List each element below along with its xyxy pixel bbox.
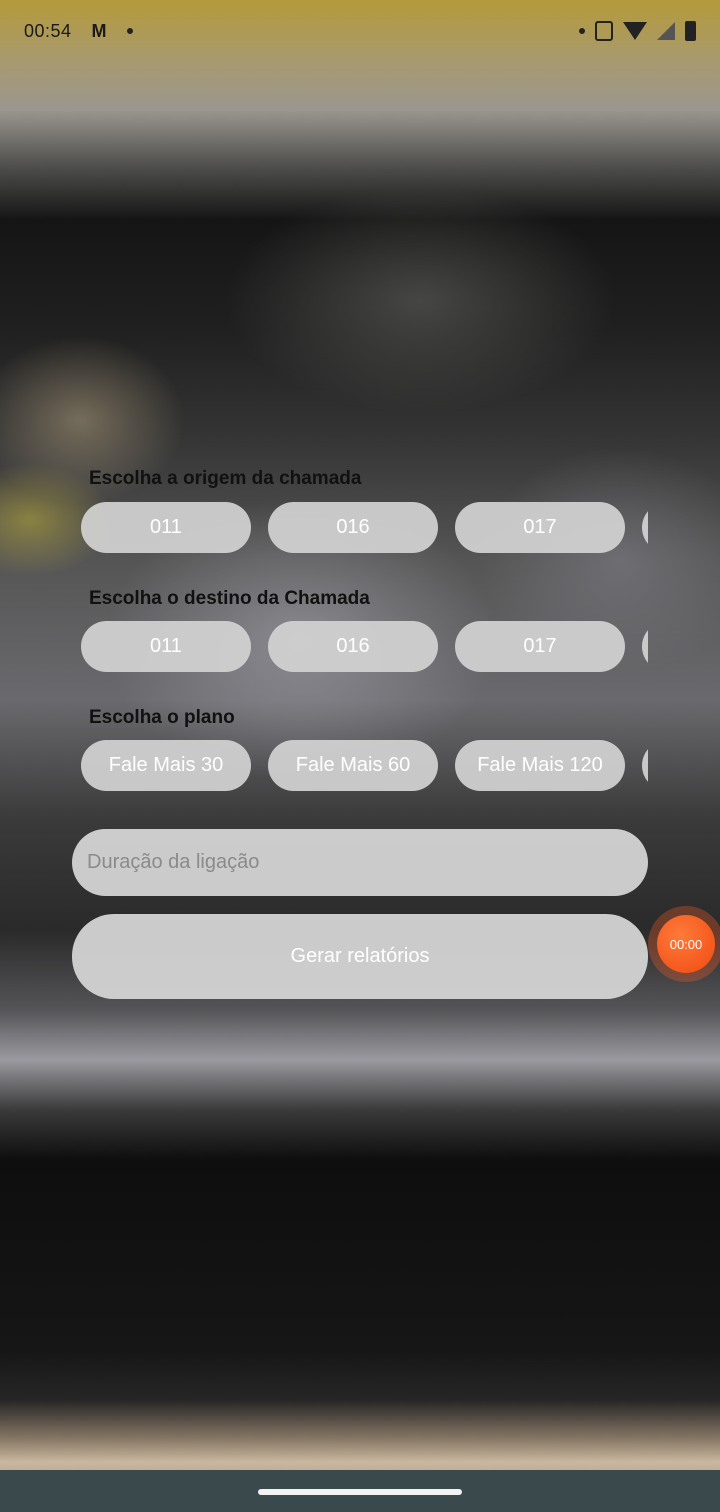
notification-dot-icon [126,28,133,34]
plan-chip[interactable]: Fale Mais 30 [81,740,251,791]
origin-chip[interactable] [642,502,648,553]
screen-recorder-button[interactable]: 00:00 [648,906,720,982]
wifi-icon [623,22,647,40]
destination-label: Escolha o destino da Chamada [89,588,370,609]
vibrate-icon [595,21,613,41]
destination-chip[interactable] [642,621,648,672]
notification-dot-icon [579,28,585,34]
destination-chip[interactable]: 016 [268,621,438,672]
plan-chip-row[interactable]: Fale Mais 30 Fale Mais 60 Fale Mais 120 [81,740,648,791]
destination-chip[interactable]: 017 [455,621,625,672]
plan-chip[interactable]: Fale Mais 60 [268,740,438,791]
status-icons [579,21,696,41]
status-bar: 00:54 M [0,0,720,62]
origin-chip[interactable]: 016 [268,502,438,553]
origin-chip[interactable]: 011 [81,502,251,553]
navigation-bar [0,1470,720,1512]
battery-icon [685,21,696,41]
origin-chip-row[interactable]: 011 016 017 [81,502,648,553]
home-handle[interactable] [258,1489,462,1495]
generate-report-button[interactable]: Gerar relatórios [72,914,648,999]
destination-chip-row[interactable]: 011 016 017 [81,621,648,672]
destination-chip[interactable]: 011 [81,621,251,672]
plan-chip[interactable] [642,740,648,791]
origin-chip[interactable]: 017 [455,502,625,553]
recorder-time: 00:00 [657,915,715,973]
origin-label: Escolha a origem da chamada [89,468,362,489]
plan-chip[interactable]: Fale Mais 120 [455,740,625,791]
duration-placeholder: Duração da ligação [87,851,260,873]
signal-icon [657,22,675,40]
status-time: 00:54 [24,20,72,41]
duration-input[interactable]: Duração da ligação [72,829,648,896]
gmail-icon: M [91,20,107,41]
plan-label: Escolha o plano [89,707,235,728]
